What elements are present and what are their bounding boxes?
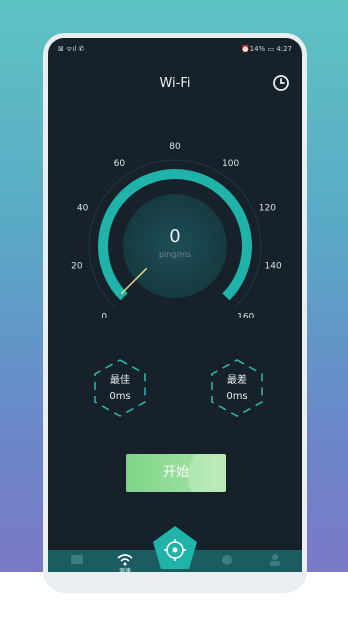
best-label: 最佳 [110, 375, 130, 386]
speed-gauge: 0 20 40 60 80 100 120 140 160 0 ping/ms [71, 142, 282, 318]
tab-globe-icon[interactable] [218, 553, 236, 567]
speedtest-target-button[interactable] [152, 525, 198, 571]
gauge-tick-label: 80 [169, 142, 181, 152]
gauge-tick-label: 120 [259, 204, 276, 214]
gauge-tick-label: 0 [101, 313, 107, 318]
worst-label: 最差 [227, 375, 247, 386]
gauge-tick-label: 60 [114, 159, 126, 169]
history-clock-icon[interactable] [272, 74, 290, 92]
status-right: ⏰14% ▭ 4:27 [240, 45, 292, 53]
gauge-tick-label: 160 [237, 313, 254, 318]
start-button[interactable]: 开始 [126, 454, 226, 492]
tab-wifi-icon[interactable] [116, 553, 134, 567]
ping-value: 0 [169, 226, 180, 247]
best-value: 0ms [109, 391, 131, 402]
worst-hexagon [211, 359, 263, 417]
page-title: Wi-Fi [159, 76, 191, 91]
ping-unit: ping/ms [159, 250, 191, 259]
worst-value: 0ms [226, 391, 248, 402]
tab-wifi-label: 测速 [118, 568, 131, 572]
best-hexagon [94, 359, 146, 417]
gauge-tick-label: 140 [265, 262, 282, 272]
status-bar: ⊠ ᯤıl ✆ ⏰14% ▭ 4:27 [58, 42, 292, 56]
gauge-tick-label: 100 [222, 159, 239, 169]
start-button-label: 开始 [162, 465, 189, 480]
gauge-tick-label: 40 [77, 204, 89, 214]
tab-home-icon[interactable] [68, 553, 86, 567]
tab-profile-icon[interactable] [266, 553, 284, 567]
app-screen: ⊠ ᯤıl ✆ ⏰14% ▭ 4:27 Wi-Fi 0 20 40 60 80 100 12… [48, 38, 302, 572]
status-left: ⊠ ᯤıl ✆ [58, 44, 85, 53]
button-gloss [188, 454, 226, 492]
gauge-tick-label: 20 [71, 262, 83, 272]
